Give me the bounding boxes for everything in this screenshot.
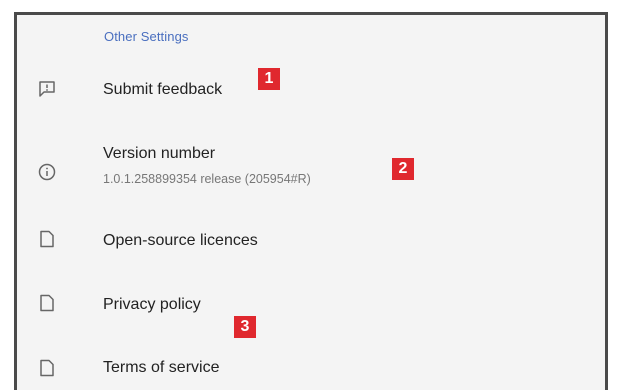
document-icon [38, 294, 56, 312]
section-header-other-settings: Other Settings [104, 29, 189, 44]
open-source-licences-item[interactable]: Open-source licences [103, 232, 258, 250]
terms-of-service-item[interactable]: Terms of service [103, 359, 219, 377]
callout-badge-3: 3 [234, 316, 256, 338]
privacy-policy-item[interactable]: Privacy policy [103, 296, 201, 314]
version-number-value: 1.0.1.258899354 release (205954#R) [103, 172, 311, 186]
document-icon [38, 230, 56, 248]
feedback-icon [38, 80, 56, 98]
submit-feedback-item[interactable]: Submit feedback [103, 81, 222, 99]
info-icon [38, 163, 56, 181]
callout-badge-2: 2 [392, 158, 414, 180]
settings-panel [14, 12, 608, 390]
version-number-item[interactable]: Version number [103, 145, 215, 163]
document-icon [38, 359, 56, 377]
callout-badge-1: 1 [258, 68, 280, 90]
